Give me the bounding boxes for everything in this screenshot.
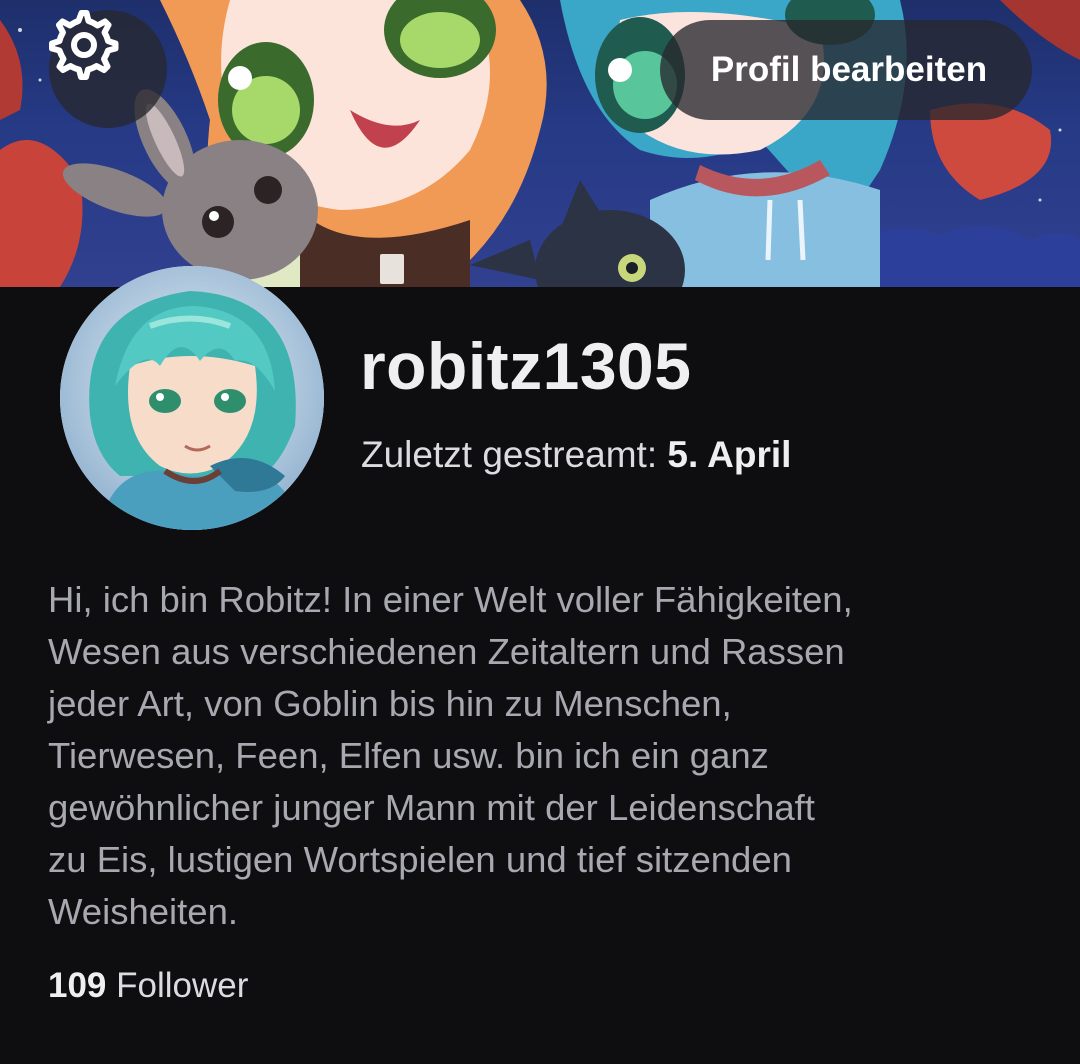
bio-line: Tierwesen, Feen, Elfen usw. bin ich ein … bbox=[48, 735, 769, 776]
bio-line: zu Eis, lustigen Wortspielen und tief si… bbox=[48, 839, 792, 880]
bio-line: Weisheiten. bbox=[48, 891, 239, 932]
bio-line: gewöhnlicher junger Mann mit der Leidens… bbox=[48, 787, 815, 828]
edit-profile-label: Profil bearbeiten bbox=[710, 50, 988, 89]
avatar[interactable] bbox=[60, 266, 324, 530]
avatar-image bbox=[60, 266, 324, 530]
follower-label: Follower bbox=[106, 966, 249, 1005]
last-streamed-info: Zuletzt gestreamt: 5. April bbox=[361, 434, 791, 476]
bio-line: jeder Art, von Goblin bis hin zu Mensche… bbox=[48, 683, 732, 724]
bio-line: Wesen aus verschiedenen Zeitaltern und R… bbox=[48, 631, 845, 672]
profile-page: Profil bearbeiten robitz1305 Zuletzt ges… bbox=[0, 0, 1080, 1064]
bio-line: Hi, ich bin Robitz! In einer Welt voller… bbox=[48, 579, 853, 620]
username: robitz1305 bbox=[360, 329, 692, 403]
follower-count[interactable]: 109 Follower bbox=[48, 966, 248, 1006]
last-streamed-date: 5. April bbox=[667, 434, 792, 475]
edit-profile-button[interactable]: Profil bearbeiten bbox=[660, 20, 1032, 120]
profile-banner: Profil bearbeiten bbox=[0, 0, 1080, 287]
last-streamed-label: Zuletzt gestreamt: bbox=[361, 434, 668, 475]
profile-bio: Hi, ich bin Robitz! In einer Welt voller… bbox=[48, 574, 1048, 938]
gear-icon bbox=[49, 10, 119, 80]
follower-number: 109 bbox=[48, 966, 107, 1005]
settings-button[interactable] bbox=[49, 10, 167, 128]
